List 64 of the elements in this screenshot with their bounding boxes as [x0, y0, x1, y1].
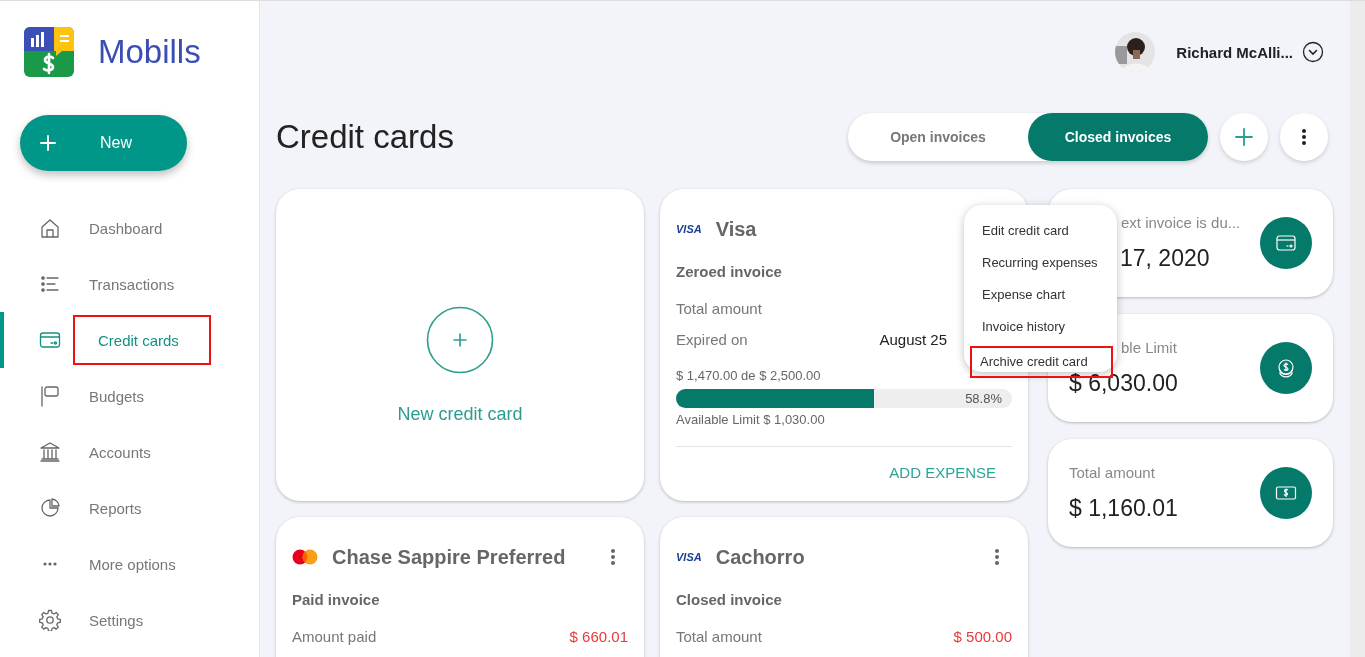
page-title: Credit cards — [276, 118, 454, 156]
invoice-status: Closed invoice — [676, 591, 783, 608]
sidebar-item[interactable]: Settings — [11, 595, 166, 645]
plus-icon — [40, 135, 56, 151]
new-card-tile[interactable]: New credit card — [276, 189, 644, 501]
summary-label: ble Limit — [1121, 339, 1177, 356]
row-label: Total amount — [676, 300, 762, 317]
plus-icon — [1235, 128, 1253, 146]
visa-logo: VISA — [676, 223, 702, 235]
kebab-icon — [994, 548, 1000, 566]
sidebar-item[interactable]: Budgets — [11, 371, 167, 421]
percent-label: 58.8% — [965, 391, 1002, 406]
pie-chart-icon — [39, 497, 61, 519]
selection-indicator — [0, 312, 4, 368]
invoice-status: Paid invoice — [292, 591, 381, 608]
kebab-icon — [1301, 128, 1307, 146]
summary-value: $ 1,160.01 — [1069, 495, 1178, 522]
row-label: Expired on — [676, 331, 748, 348]
flag-icon — [39, 385, 61, 407]
settings-icon — [39, 609, 61, 631]
add-expense-link[interactable]: ADD EXPENSE — [889, 464, 996, 481]
app-logo — [24, 27, 74, 77]
sidebar-item[interactable]: Accounts — [11, 427, 173, 477]
new-button[interactable]: New — [20, 115, 187, 171]
menu-item[interactable]: Invoice history — [964, 314, 1117, 346]
user-name: Richard McAlli... — [1176, 43, 1293, 61]
mastercard-logo — [292, 549, 318, 565]
sidebar-item[interactable]: Transactions — [11, 259, 197, 309]
menu-item[interactable]: Edit credit card — [964, 218, 1117, 250]
house-icon — [39, 217, 61, 239]
menu-item[interactable]: Expense chart — [964, 282, 1117, 314]
card-name: Cachorro — [715, 545, 805, 569]
add-button[interactable] — [1220, 113, 1268, 161]
chevron-down-icon — [1302, 41, 1324, 63]
new-card-label: New credit card — [397, 403, 523, 425]
summary-value: 17, 2020 — [1120, 245, 1210, 272]
row-value: $ 660.01 — [569, 628, 628, 645]
coin-icon — [1275, 357, 1297, 379]
usage-text: $ 1,470.00 de $ 2,500.00 — [676, 368, 822, 383]
credit-card-icon — [1275, 232, 1297, 254]
sidebar-item[interactable]: More options — [11, 539, 198, 589]
kebab-icon — [610, 548, 616, 566]
card-name: Chase Sappire Preferred — [332, 545, 566, 569]
sidebar-item[interactable]: Dashboard — [11, 203, 185, 253]
visa-logo: VISA — [676, 551, 702, 563]
summary-label: ext invoice is du... — [1121, 214, 1241, 231]
menu-item[interactable]: Recurring expenses — [964, 250, 1117, 282]
app-name: Mobills — [98, 33, 201, 71]
row-label: Amount paid — [292, 628, 377, 645]
tab[interactable]: Open invoices — [848, 113, 1028, 161]
credit-card-icon — [39, 329, 61, 351]
bank-icon — [39, 441, 61, 463]
row-label: Total amount — [676, 628, 762, 645]
more-icon — [43, 562, 57, 566]
row-value: $ 500.00 — [953, 628, 1012, 645]
available-limit: Available Limit $ 1,030.00 — [676, 412, 826, 427]
card-name: Visa — [715, 217, 757, 241]
summary-label: Total amount — [1069, 464, 1155, 481]
list-icon — [39, 273, 61, 295]
sidebar-item[interactable]: Reports — [11, 483, 164, 533]
avatar — [1115, 32, 1156, 72]
plus-circle-icon — [426, 305, 494, 374]
row-value: August 25 — [879, 331, 947, 348]
tab[interactable]: Closed invoices — [1028, 113, 1208, 161]
